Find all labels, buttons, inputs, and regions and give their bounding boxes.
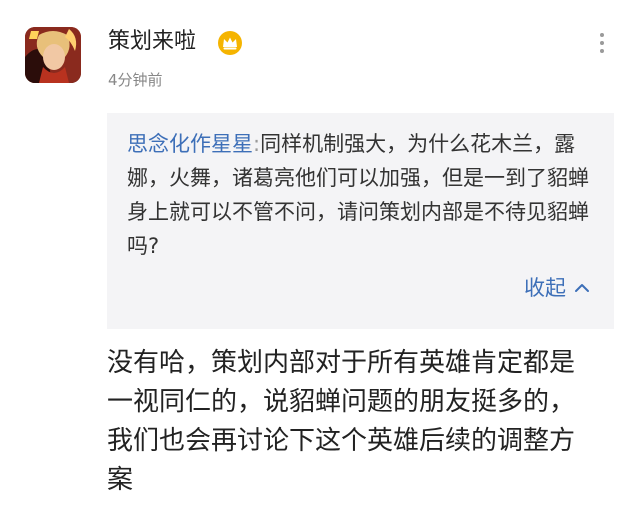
collapse-button[interactable]: 收起 (524, 273, 590, 303)
post-time: 4分钟前 (108, 71, 163, 89)
crown-badge-icon (217, 30, 243, 56)
quoted-comment: 思念化作星星:同样机制强大，为什么花木兰，露娜，火舞，诸葛亮他们可以加强，但是一… (107, 113, 614, 329)
quoted-comment-text: 思念化作星星:同样机制强大，为什么花木兰，露娜，火舞，诸葛亮他们可以加强，但是一… (127, 127, 594, 263)
chevron-up-icon (575, 284, 589, 292)
author-avatar[interactable] (25, 27, 81, 83)
avatar-image (25, 27, 81, 83)
more-dot (600, 33, 604, 37)
more-vertical-icon[interactable] (588, 26, 616, 60)
more-dot (600, 49, 604, 53)
quoted-user-name[interactable]: 思念化作星星 (127, 132, 253, 156)
comment-post: 策划来啦 4分钟前 思念化作星星:同样机制强大，为什么花木兰，露娜，火舞，诸葛亮… (0, 0, 640, 518)
author-name[interactable]: 策划来啦 (108, 26, 196, 58)
more-dot (600, 41, 604, 45)
reply-text: 没有哈，策划内部对于所有英雄肯定都是一视同仁的，说貂蝉问题的朋友挺多的，我们也会… (107, 348, 576, 495)
collapse-label: 收起 (524, 276, 566, 300)
